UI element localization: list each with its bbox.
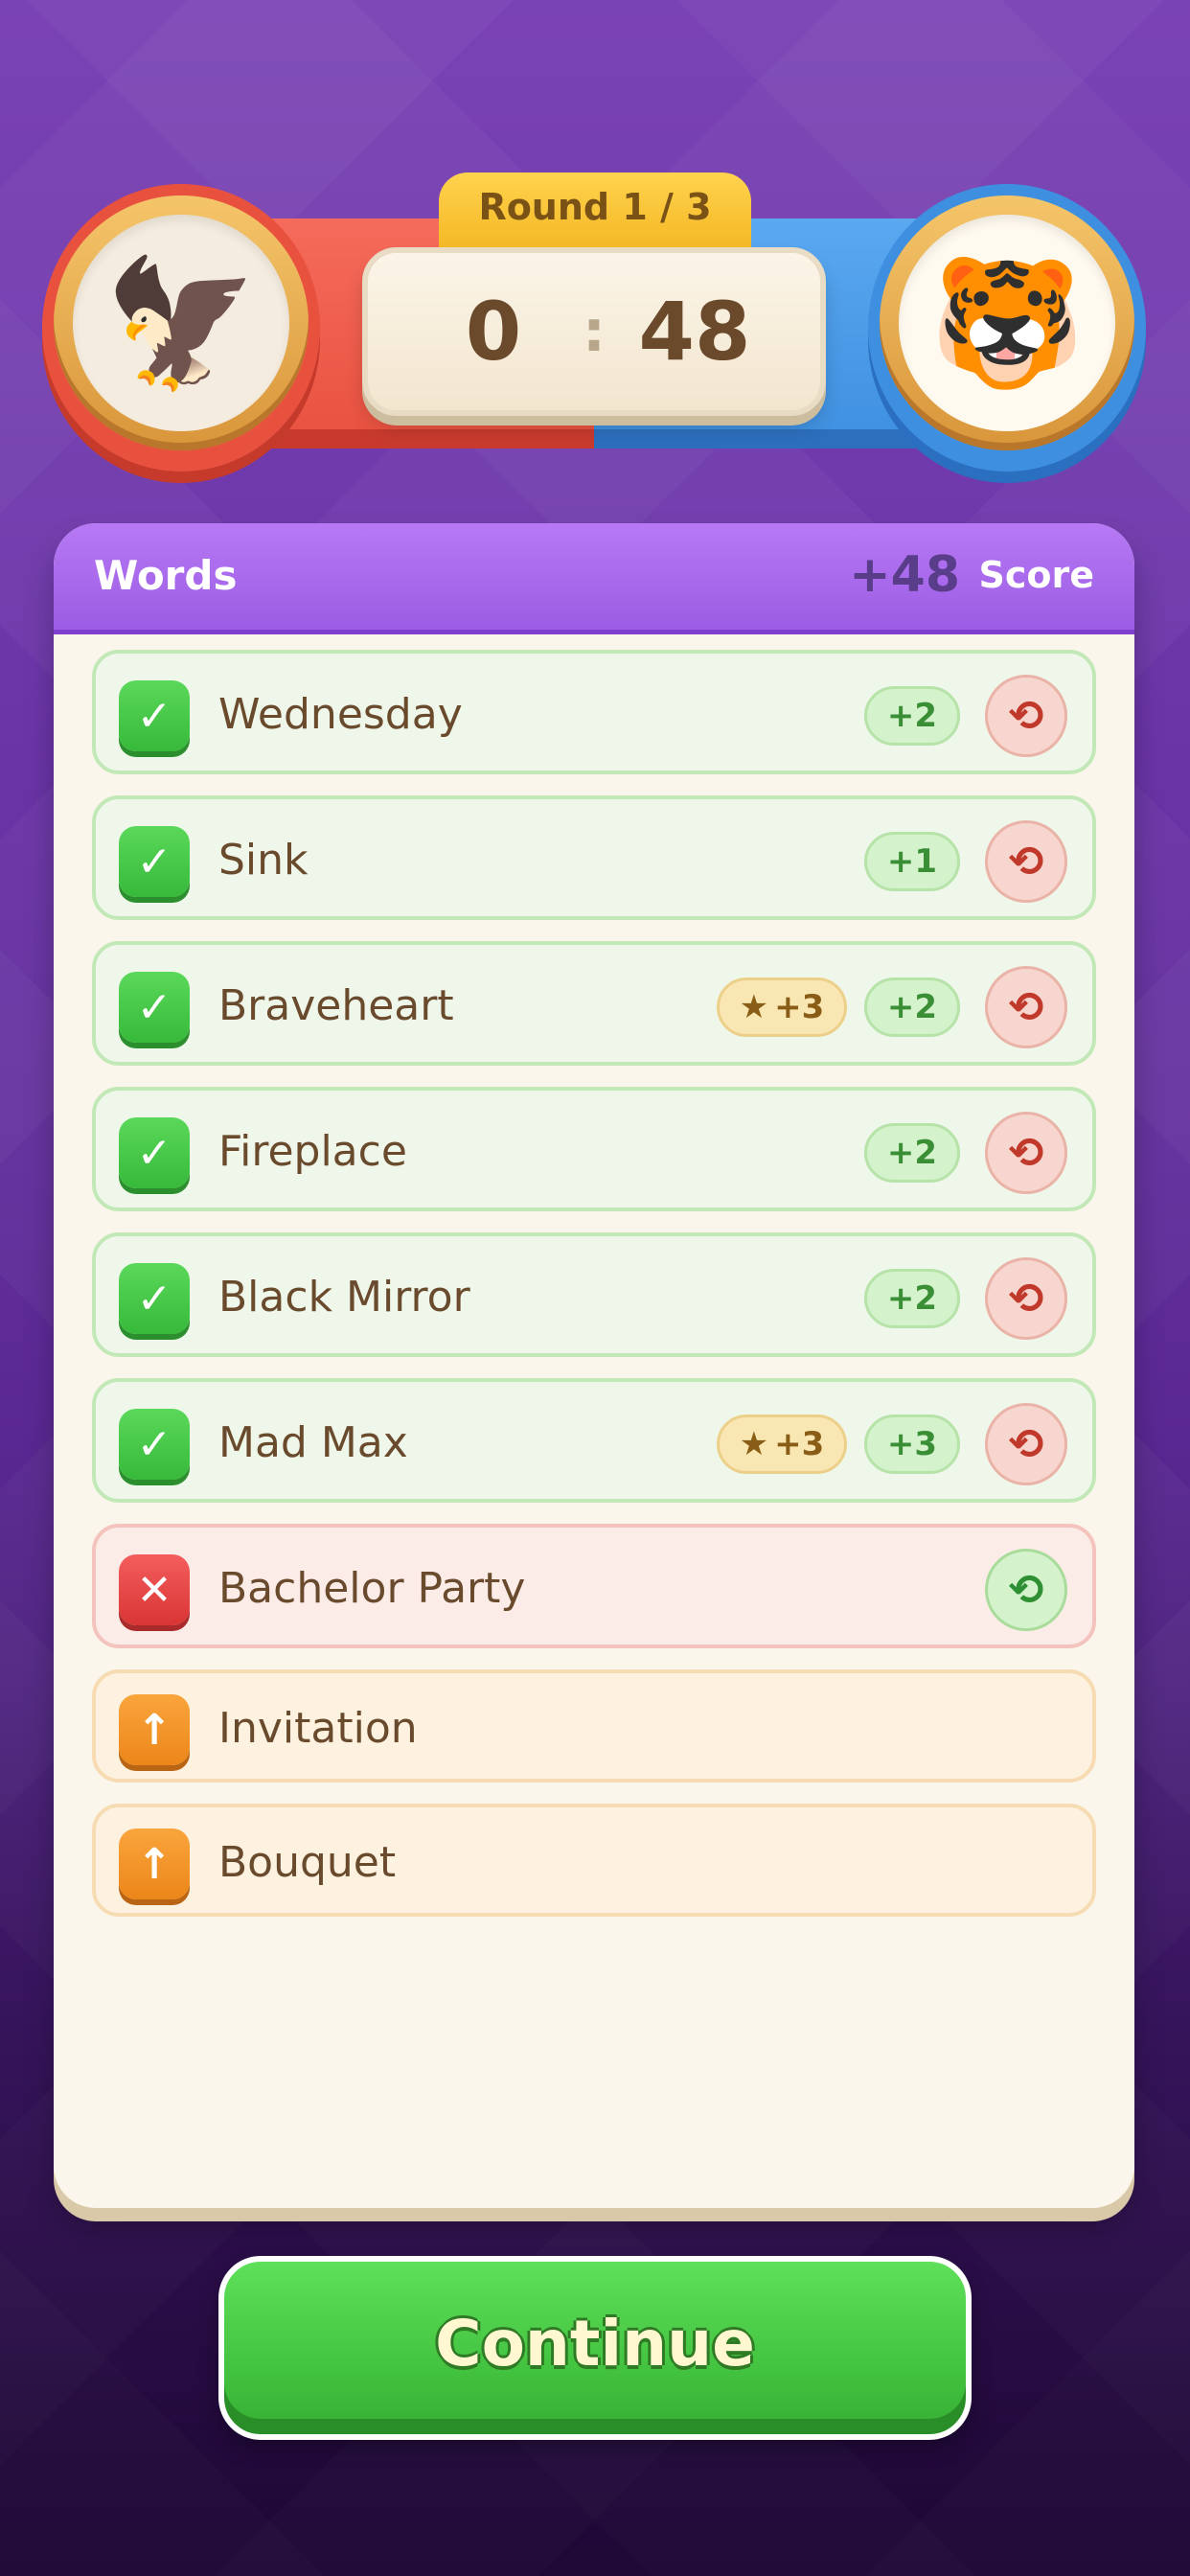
swap-icon[interactable]: ⟲ — [985, 675, 1067, 757]
check-icon: ✓ — [119, 826, 190, 897]
word-row: ✓ Fireplace +2 ⟲ — [92, 1087, 1096, 1211]
check-icon: ✓ — [119, 1263, 190, 1334]
check-icon: ✓ — [119, 972, 190, 1043]
score-right: 48 — [638, 285, 751, 379]
word-text: Bachelor Party — [218, 1564, 526, 1613]
word-text: Wednesday — [218, 690, 463, 739]
swap-icon[interactable]: ⟲ — [985, 1403, 1067, 1485]
check-icon: ✓ — [119, 680, 190, 751]
word-text: Invitation — [218, 1704, 418, 1753]
points-badge: +2 — [864, 1269, 960, 1328]
arrow-up-icon: ↑ — [119, 1828, 190, 1899]
score-separator: : — [583, 298, 606, 365]
word-text: Black Mirror — [218, 1273, 470, 1322]
player-right-avatar-frame: 🐯 — [868, 184, 1146, 472]
continue-label: Continue — [435, 2306, 755, 2380]
word-text: Fireplace — [218, 1127, 407, 1176]
word-text: Mad Max — [218, 1418, 408, 1467]
word-row: ✓ Sink +1 ⟲ — [92, 795, 1096, 920]
word-text: Bouquet — [218, 1838, 397, 1887]
word-row: ↑ Invitation — [92, 1669, 1096, 1782]
tiger-avatar-icon: 🐯 — [899, 215, 1115, 431]
points-badge: +2 — [864, 686, 960, 746]
word-row: ✕ Bachelor Party ⟲ — [92, 1524, 1096, 1648]
word-text: Sink — [218, 836, 309, 885]
player-left-avatar-frame: 🦅 — [42, 184, 320, 472]
points-badge: +2 — [864, 978, 960, 1037]
panel-title: Words — [94, 552, 238, 599]
word-row: ✓ Braveheart ★ +3 +2 ⟲ — [92, 941, 1096, 1066]
bonus-value: +3 — [774, 988, 825, 1026]
scoreboard: 0 : 48 — [362, 247, 826, 416]
swap-icon[interactable]: ⟲ — [985, 1257, 1067, 1340]
swap-icon[interactable]: ⟲ — [985, 966, 1067, 1048]
check-icon: ✓ — [119, 1117, 190, 1188]
star-icon: ★ — [739, 988, 769, 1026]
points-badge: +3 — [864, 1414, 960, 1474]
points-badge: +1 — [864, 832, 960, 891]
word-row: ↑ Bouquet — [92, 1804, 1096, 1917]
swap-icon[interactable]: ⟲ — [985, 1112, 1067, 1194]
words-panel-header: Words +48 Score — [54, 523, 1134, 634]
bonus-value: +3 — [774, 1425, 825, 1463]
word-text: Braveheart — [218, 981, 454, 1030]
panel-points: +48 — [849, 546, 960, 604]
word-row: ✓ Mad Max ★ +3 +3 ⟲ — [92, 1378, 1096, 1503]
panel-score-label: Score — [978, 554, 1094, 596]
swap-icon[interactable]: ⟲ — [985, 820, 1067, 903]
round-indicator: Round 1 / 3 — [439, 172, 751, 259]
score-left: 0 — [465, 285, 522, 379]
bonus-badge: ★ +3 — [717, 1414, 847, 1474]
eagle-avatar-icon: 🦅 — [73, 215, 289, 431]
bonus-badge: ★ +3 — [717, 978, 847, 1037]
swap-icon[interactable]: ⟲ — [985, 1549, 1067, 1631]
points-badge: +2 — [864, 1123, 960, 1183]
words-panel: Words +48 Score ✓ Wednesday +2 ⟲ ✓ Sink +1 ⟲ ✓ Br… — [54, 523, 1134, 2208]
match-header: 🦅 🐯 Round 1 / 3 0 : 48 — [0, 0, 1190, 518]
star-icon: ★ — [739, 1425, 769, 1463]
arrow-up-icon: ↑ — [119, 1694, 190, 1765]
cross-icon: ✕ — [119, 1554, 190, 1625]
check-icon: ✓ — [119, 1409, 190, 1480]
word-row: ✓ Black Mirror +2 ⟲ — [92, 1232, 1096, 1357]
continue-button[interactable]: Continue — [218, 2256, 972, 2440]
word-row: ✓ Wednesday +2 ⟲ — [92, 650, 1096, 774]
